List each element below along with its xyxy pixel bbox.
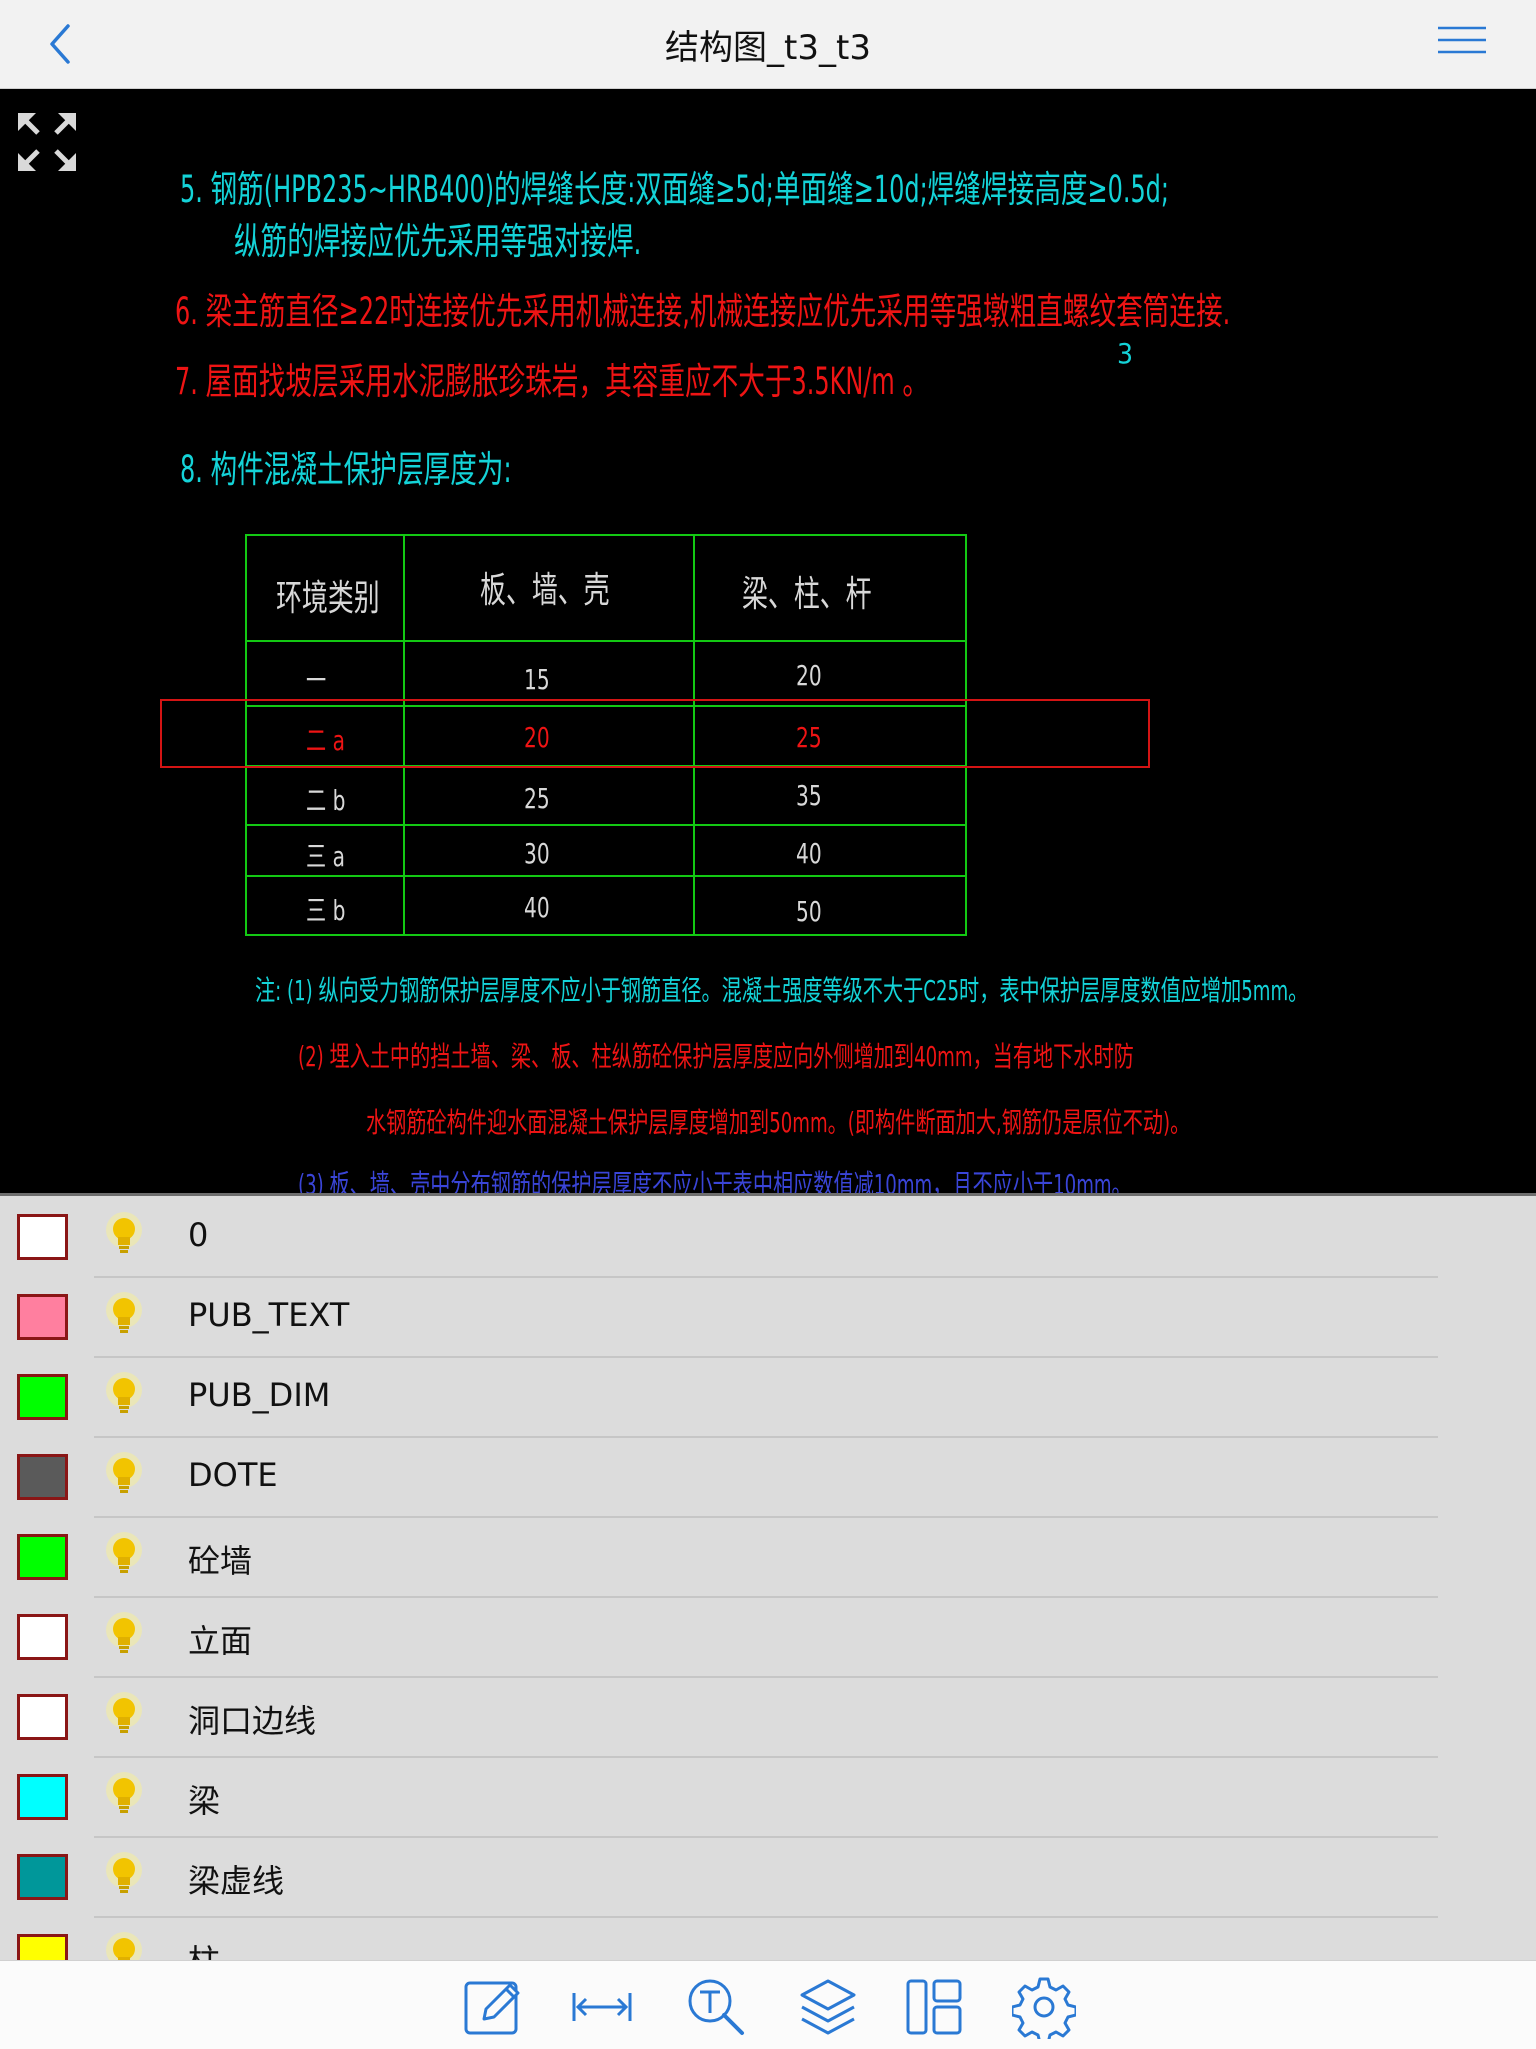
lightbulb-icon[interactable] xyxy=(100,1290,148,1342)
layer-row[interactable]: 0 xyxy=(0,1196,1536,1276)
layer-list-panel[interactable]: 0 PUB_TEXT PUB_DIM DOTE 砼墙立面洞口边线梁梁虚线柱 xyxy=(0,1193,1536,1963)
lightbulb-icon[interactable] xyxy=(100,1210,148,1262)
layer-color-swatch[interactable] xyxy=(17,1294,68,1340)
lightbulb-icon[interactable] xyxy=(100,1770,148,1822)
text-search-button[interactable] xyxy=(684,1975,748,2039)
layer-name: 梁 xyxy=(188,1782,221,1820)
lightbulb-icon[interactable] xyxy=(100,1610,148,1662)
table-row-2-slab: 20 xyxy=(524,721,550,754)
layer-row[interactable]: DOTE xyxy=(0,1436,1536,1516)
table-row-1-beam: 20 xyxy=(796,659,822,692)
remark-2-line-1: (2) 埋入土中的挡土墙、梁、板、柱纵筋砼保护层厚度应向外侧增加到40mm，当有… xyxy=(298,1040,1134,1073)
layers-icon xyxy=(800,1979,856,2035)
layer-color-swatch[interactable] xyxy=(17,1214,68,1260)
lightbulb-icon[interactable] xyxy=(100,1850,148,1902)
layer-row[interactable]: 洞口边线 xyxy=(0,1676,1536,1756)
layer-color-swatch[interactable] xyxy=(17,1774,68,1820)
table-row-1-slab: 15 xyxy=(524,663,550,696)
table-header-beam: 梁、柱、杆 xyxy=(742,574,872,615)
bottom-toolbar xyxy=(0,1960,1536,2049)
lightbulb-icon[interactable] xyxy=(100,1930,148,1963)
layer-row[interactable]: 梁 xyxy=(0,1756,1536,1836)
menu-button[interactable] xyxy=(1436,22,1488,66)
layer-name: DOTE xyxy=(188,1456,278,1494)
layer-name: 梁虚线 xyxy=(188,1862,285,1900)
hamburger-menu-icon xyxy=(1438,26,1486,54)
table-row-4-env: 三 a xyxy=(306,840,345,873)
layout-icon xyxy=(906,1979,962,2035)
layers-button[interactable] xyxy=(796,1975,860,2039)
layer-row[interactable]: 立面 xyxy=(0,1596,1536,1676)
table-row-5-slab: 40 xyxy=(524,891,550,924)
text-search-icon xyxy=(688,1979,744,2035)
table-row-4-beam: 40 xyxy=(796,837,822,870)
layer-name: PUB_DIM xyxy=(188,1376,331,1414)
table-row-3-env: 二 b xyxy=(306,784,346,817)
table-row-2-beam: 25 xyxy=(796,721,822,754)
remark-2-line-2: 水钢筋砼构件迎水面混凝土保护层厚度增加到50mm。(即构件断面加大,钢筋仍是原位… xyxy=(366,1106,1191,1139)
layer-color-swatch[interactable] xyxy=(17,1614,68,1660)
table-row-4-slab: 30 xyxy=(524,837,550,870)
markup-edit-button[interactable] xyxy=(462,1975,526,2039)
table-header-env: 环境类别 xyxy=(276,578,380,619)
layer-row[interactable]: PUB_DIM xyxy=(0,1356,1536,1436)
layer-name: 立面 xyxy=(188,1622,253,1660)
layer-row[interactable]: PUB_TEXT xyxy=(0,1276,1536,1356)
remark-3: (3) 板、墙、壳中分布钢筋的保护层厚度不应小于表中相应数值减10mm，且不应小… xyxy=(298,1168,1132,1193)
table-row-2-env: 二 a xyxy=(306,724,345,757)
table-row-5-beam: 50 xyxy=(796,895,822,928)
layer-color-swatch[interactable] xyxy=(17,1934,68,1963)
layout-button[interactable] xyxy=(902,1975,966,2039)
navigation-bar: 结构图_t3_t3 xyxy=(0,0,1536,89)
settings-gear-icon xyxy=(1010,1977,1078,2045)
drawing-canvas[interactable]: 5. 钢筋(HPB235~HRB400)的焊缝长度:双面缝≥5d;单面缝≥10d… xyxy=(0,89,1536,1193)
layer-color-swatch[interactable] xyxy=(17,1374,68,1420)
layer-color-swatch[interactable] xyxy=(17,1454,68,1500)
layer-row[interactable]: 梁虚线 xyxy=(0,1836,1536,1916)
remark-1: 注: (1) 纵向受力钢筋保护层厚度不应小于钢筋直径。混凝土强度等级不大于C25… xyxy=(255,974,1309,1007)
layer-name: 柱 xyxy=(188,1942,221,1963)
lightbulb-icon[interactable] xyxy=(100,1530,148,1582)
layer-name: 砼墙 xyxy=(188,1542,253,1580)
lightbulb-icon[interactable] xyxy=(100,1690,148,1742)
measure-button[interactable] xyxy=(570,1975,634,2039)
layer-color-swatch[interactable] xyxy=(17,1694,68,1740)
layer-row[interactable]: 砼墙 xyxy=(0,1516,1536,1596)
table-header-slab: 板、墙、壳 xyxy=(480,570,610,611)
layer-row[interactable]: 柱 xyxy=(0,1916,1536,1963)
table-row-3-beam: 35 xyxy=(796,779,822,812)
cover-thickness-table-grid xyxy=(160,534,1150,936)
layer-color-swatch[interactable] xyxy=(17,1534,68,1580)
lightbulb-icon[interactable] xyxy=(100,1370,148,1422)
page-title: 结构图_t3_t3 xyxy=(665,28,871,68)
layer-color-swatch[interactable] xyxy=(17,1854,68,1900)
lightbulb-icon[interactable] xyxy=(100,1450,148,1502)
markup-edit-icon xyxy=(464,1981,520,2035)
settings-button[interactable] xyxy=(1010,1975,1078,2045)
layer-name: 洞口边线 xyxy=(188,1702,317,1740)
layer-name: 0 xyxy=(188,1216,209,1254)
table-row-5-env: 三 b xyxy=(306,894,346,927)
table-row-1-env: 一 xyxy=(306,664,327,697)
table-row-3-slab: 25 xyxy=(524,782,550,815)
measure-distance-icon xyxy=(572,1993,632,2021)
layer-name: PUB_TEXT xyxy=(188,1296,350,1334)
